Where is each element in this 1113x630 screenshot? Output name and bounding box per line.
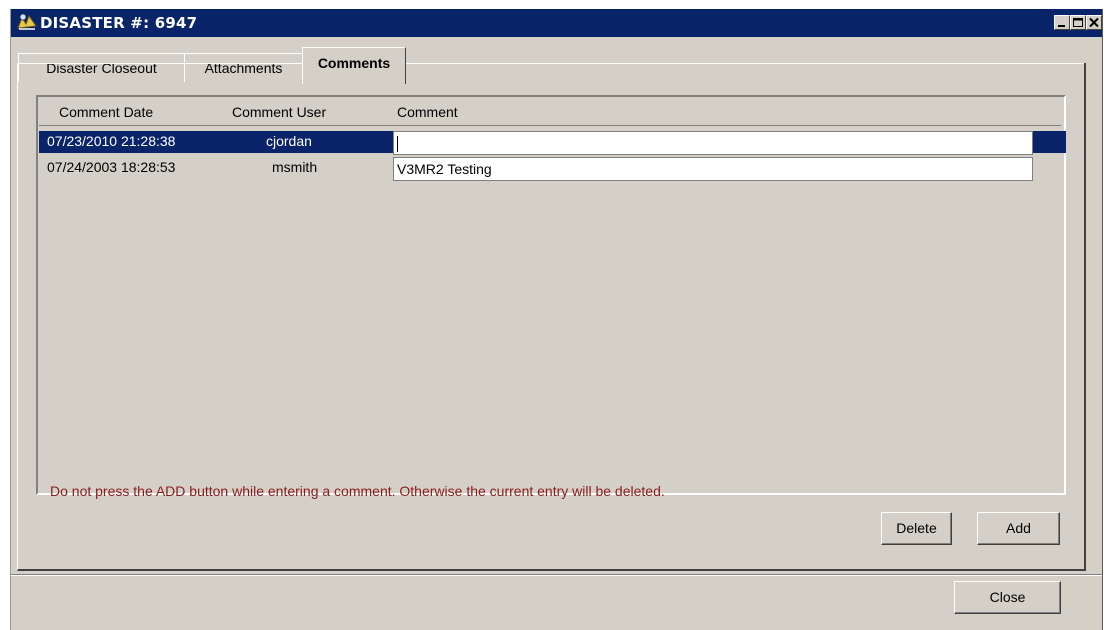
header-divider — [39, 125, 1061, 126]
column-header-date[interactable]: Comment Date — [59, 104, 153, 120]
delete-button[interactable]: Delete — [881, 512, 952, 545]
comment-field[interactable]: V3MR2 Testing — [393, 157, 1033, 181]
comment-input[interactable] — [393, 131, 1033, 155]
text-caret — [397, 136, 398, 153]
maximize-button[interactable] — [1070, 15, 1086, 30]
comments-list[interactable] — [36, 95, 1066, 495]
comment-date-cell: 07/23/2010 21:28:38 — [47, 133, 176, 149]
minimize-icon — [1058, 25, 1065, 27]
table-row[interactable]: 07/23/2010 21:28:38 cjordan — [39, 131, 1066, 155]
window-title: DISASTER #: 6947 — [40, 14, 198, 32]
tab-comments[interactable]: Comments — [302, 47, 406, 84]
column-header-user[interactable]: Comment User — [232, 104, 326, 120]
comment-date-cell: 07/24/2003 18:28:53 — [47, 159, 176, 175]
column-header-comment[interactable]: Comment — [397, 104, 458, 120]
minimize-button[interactable] — [1054, 15, 1070, 30]
comment-user-cell: msmith — [272, 159, 318, 175]
app-icon — [17, 13, 37, 30]
table-row[interactable]: 07/24/2003 18:28:53 msmith V3MR2 Testing — [39, 157, 1066, 181]
comment-user-cell: cjordan — [266, 133, 312, 149]
add-button[interactable]: Add — [977, 512, 1060, 545]
close-icon — [1089, 17, 1099, 28]
tab-label: Comments — [317, 55, 391, 71]
disaster-window: DISASTER #: 6947 Disaster Closeout Attac… — [10, 9, 1103, 630]
title-bar[interactable]: DISASTER #: 6947 — [11, 9, 1102, 37]
close-window-button[interactable] — [1086, 15, 1102, 30]
warning-message: Do not press the ADD button while enteri… — [50, 483, 665, 499]
close-button[interactable]: Close — [954, 581, 1061, 614]
maximize-icon — [1073, 18, 1083, 27]
footer-divider — [11, 574, 1102, 576]
